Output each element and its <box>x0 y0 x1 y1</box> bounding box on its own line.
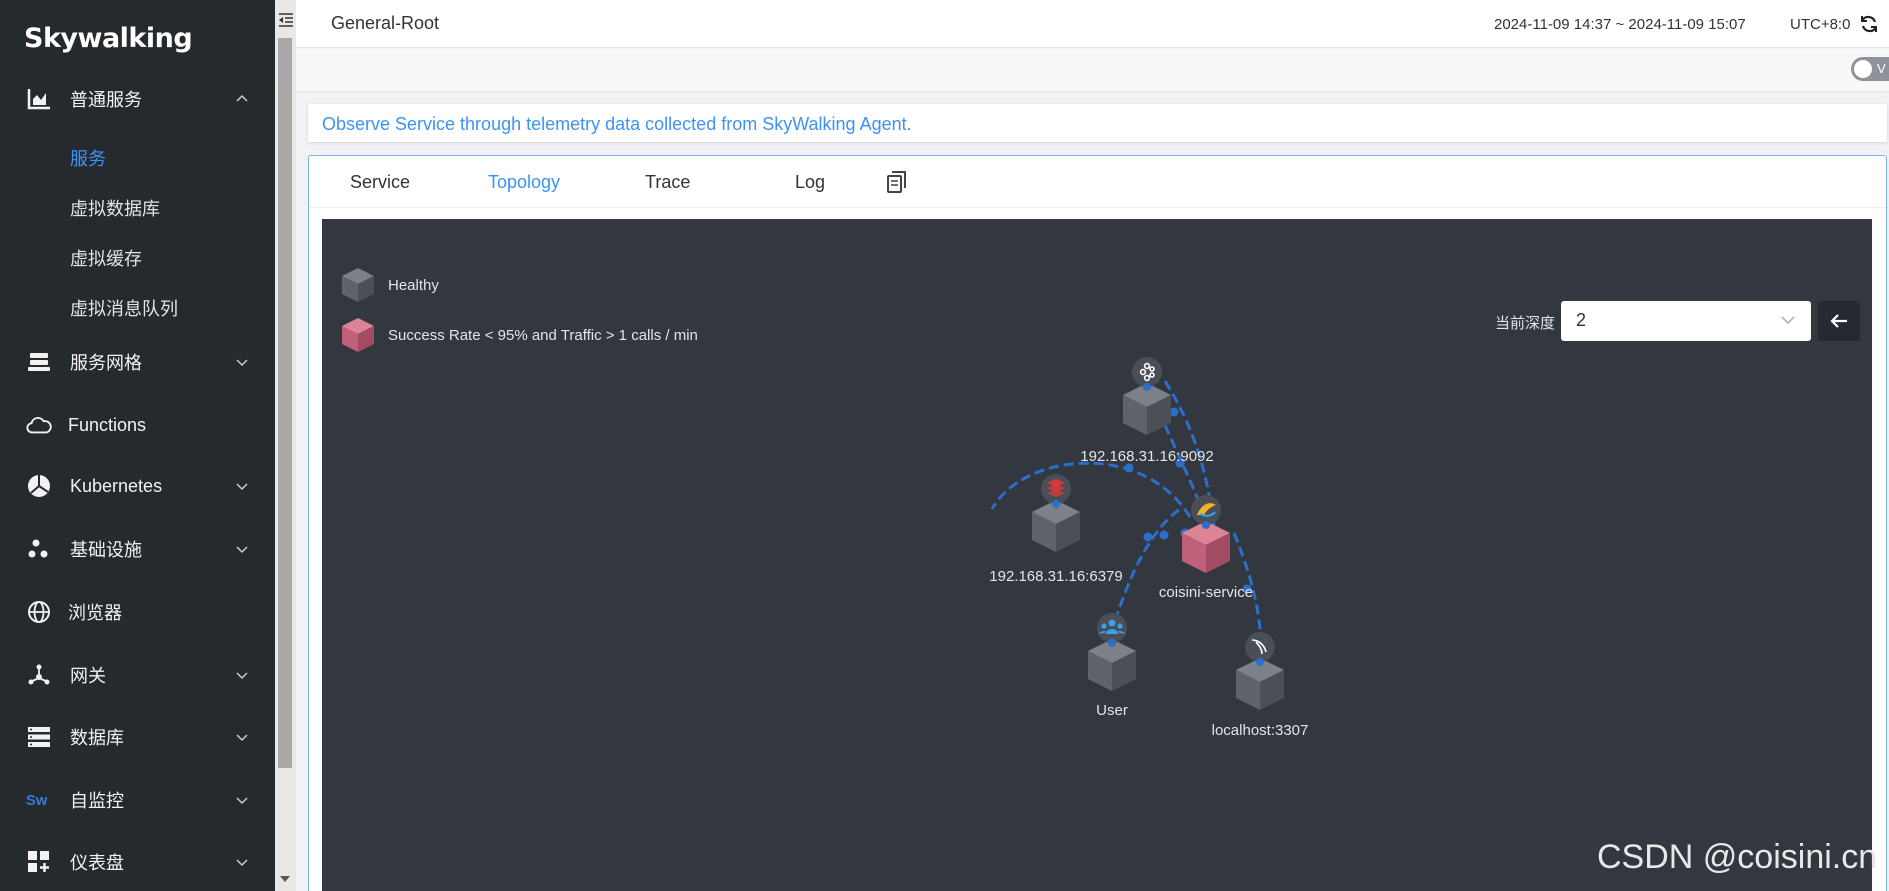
timezone[interactable]: UTC+8:0 <box>1790 16 1850 33</box>
sidebar-group-label: 仪表盘 <box>70 853 124 873</box>
tab-bar: Service Topology Trace Log <box>309 156 1886 208</box>
sidebar-group-label: 自监控 <box>70 791 124 811</box>
tab-topology[interactable]: Topology <box>488 172 560 193</box>
page-title: General-Root <box>331 13 440 33</box>
edge-user-service <box>1113 507 1181 622</box>
database-icon <box>26 724 52 750</box>
tab-service[interactable]: Service <box>350 172 410 193</box>
scroll-down-arrow-icon[interactable] <box>280 876 290 882</box>
cloud-icon <box>26 412 52 438</box>
sidebar-group-gateway[interactable]: 网关 <box>0 653 275 697</box>
layers-icon <box>26 349 52 375</box>
sidebar-group-general-service[interactable]: 普通服务 <box>0 77 275 121</box>
sidebar-group-label: 服务网格 <box>70 353 142 373</box>
gateway-icon <box>26 662 52 688</box>
chevron-down-icon <box>236 546 248 554</box>
tab-log[interactable]: Log <box>795 172 825 193</box>
sidebar-group-database[interactable]: 数据库 <box>0 715 275 759</box>
globe-icon <box>26 599 52 625</box>
logo-text: Skywalking <box>24 22 193 54</box>
copy-icon[interactable] <box>885 170 909 194</box>
dashboard-icon <box>26 849 52 875</box>
sidebar-item-virtual-cache[interactable]: 虚拟缓存 <box>70 245 142 271</box>
toggle-label: V <box>1877 61 1886 76</box>
topology-node-mysql[interactable]: localhost:3307 <box>1212 632 1309 739</box>
topology-node-user[interactable]: User <box>1088 613 1136 719</box>
time-range-picker[interactable]: 2024-11-09 14:37 ~ 2024-11-09 15:07 <box>1494 16 1746 33</box>
sidebar: Skywalking 普通服务 服务 虚拟数据库 虚拟缓存 虚拟消息队列 服务网… <box>0 0 275 891</box>
sidebar-group-label: Kubernetes <box>70 475 163 496</box>
sidebar-group-kubernetes[interactable]: Kubernetes <box>0 464 275 508</box>
sidebar-item-service[interactable]: 服务 <box>70 145 106 171</box>
svg-text:Sw: Sw <box>26 793 48 809</box>
sidebar-item-virtual-mq[interactable]: 虚拟消息队列 <box>70 295 178 321</box>
node-label: coisini-service <box>1159 584 1253 601</box>
description-banner: Observe Service through telemetry data c… <box>308 104 1887 142</box>
chevron-down-icon <box>236 859 248 867</box>
chevron-down-icon <box>236 359 248 367</box>
sidebar-group-label: Functions <box>68 414 147 435</box>
sidebar-group-label: 浏览器 <box>68 603 122 623</box>
sidebar-group-browser[interactable]: 浏览器 <box>0 590 275 634</box>
skywalking-logo[interactable]: Skywalking <box>24 20 193 56</box>
sidebar-group-label: 数据库 <box>70 728 124 748</box>
topology-canvas[interactable]: Healthy Success Rate < 95% and Traffic >… <box>322 219 1872 891</box>
node-label: User <box>1096 702 1128 719</box>
chart-icon <box>26 86 52 112</box>
chevron-down-icon <box>236 483 248 491</box>
sidebar-scrollbar[interactable] <box>275 0 296 891</box>
sidebar-group-service-mesh[interactable]: 服务网格 <box>0 340 275 384</box>
scrollbar-thumb[interactable] <box>278 38 292 768</box>
edge-service-redis <box>990 461 1192 518</box>
sidebar-group-label: 基础设施 <box>70 540 142 560</box>
topology-node-kafka[interactable]: 192.168.31.16:9092 <box>1080 357 1214 465</box>
node-label: 192.168.31.16:6379 <box>989 568 1122 585</box>
chevron-up-icon <box>236 94 248 102</box>
node-label: localhost:3307 <box>1212 722 1309 739</box>
users-icon <box>1097 613 1127 643</box>
toolbar: V <box>296 49 1889 92</box>
header: General-Root 2024-11-09 14:37 ~ 2024-11-… <box>296 0 1889 48</box>
edit-mode-toggle[interactable]: V <box>1851 57 1889 81</box>
dashboard-panel: Service Topology Trace Log Healthy Succe… <box>308 155 1887 891</box>
sidebar-item-virtual-database[interactable]: 虚拟数据库 <box>70 195 160 221</box>
sidebar-group-label: 网关 <box>70 666 106 686</box>
sidebar-group-dashboard[interactable]: 仪表盘 <box>0 840 275 884</box>
sidebar-group-label: 普通服务 <box>70 90 142 110</box>
refresh-icon[interactable] <box>1859 14 1879 34</box>
sidebar-group-self-observability[interactable]: Sw 自监控 <box>0 778 275 822</box>
chevron-down-icon <box>236 797 248 805</box>
toggle-knob <box>1854 60 1872 78</box>
node-label: 192.168.31.16:9092 <box>1080 448 1213 465</box>
sidebar-group-functions[interactable]: Functions <box>0 403 275 447</box>
topology-graph[interactable]: 192.168.31.16:9092 192.168.31.16:6379 co… <box>322 219 1872 891</box>
watermark: CSDN @coisini.cn <box>1597 838 1878 876</box>
dots-icon <box>26 536 52 562</box>
kafka-icon <box>1132 357 1162 387</box>
tab-trace[interactable]: Trace <box>645 172 690 193</box>
edge-arrow-dots <box>1124 407 1252 594</box>
description-text: Observe Service through telemetry data c… <box>322 114 912 134</box>
sw-icon: Sw <box>26 787 52 813</box>
chevron-down-icon <box>236 672 248 680</box>
pie-icon <box>26 473 52 499</box>
chevron-down-icon <box>236 734 248 742</box>
collapse-menu-icon[interactable] <box>277 10 295 30</box>
sidebar-group-infrastructure[interactable]: 基础设施 <box>0 527 275 571</box>
topology-node-redis[interactable]: 192.168.31.16:6379 <box>989 474 1123 585</box>
